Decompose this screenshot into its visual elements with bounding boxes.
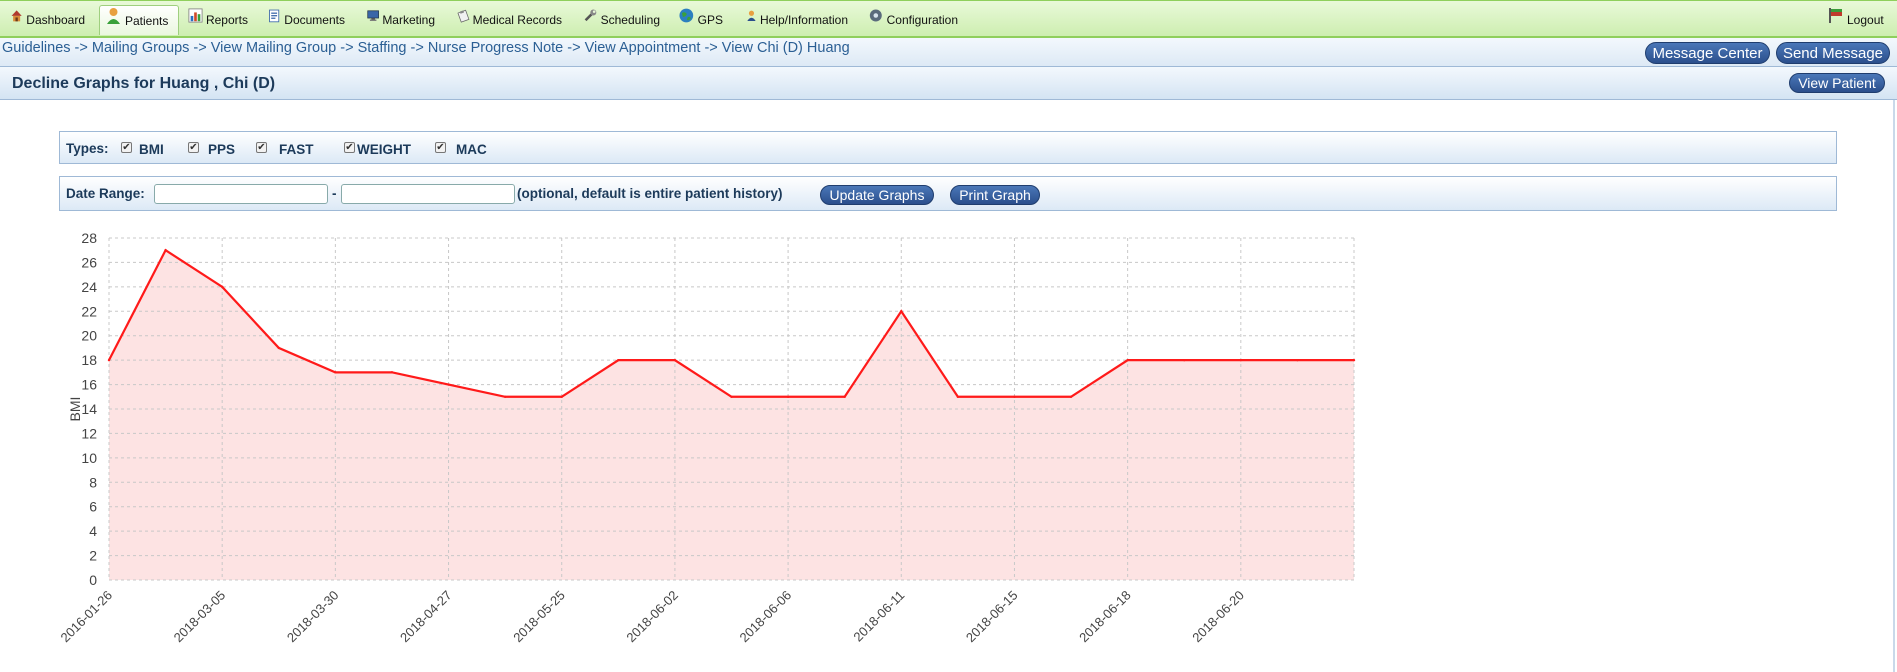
chart-x-tick-label: 2018-03-05 <box>171 588 229 646</box>
chart-y-tick-label: 2 <box>89 548 97 564</box>
bmi-data-point <box>673 358 677 362</box>
chart-x-tick-label: 2018-06-11 <box>850 588 907 645</box>
chart-y-axis-label: BMI <box>67 397 83 422</box>
chart-x-tick-label: 2018-03-30 <box>284 588 342 646</box>
bmi-data-point <box>1352 358 1356 362</box>
chart-x-tick-label: 2018-06-15 <box>963 588 1021 646</box>
chart-y-tick-label: 18 <box>81 352 97 368</box>
chart-y-tick-label: 12 <box>81 425 97 441</box>
chart-y-tick-label: 10 <box>81 450 97 466</box>
bmi-data-point <box>1013 395 1016 398</box>
chart-y-tick-label: 22 <box>81 303 97 319</box>
chart-x-tick-label: 2016-01-26 <box>57 588 115 646</box>
bmi-data-point <box>900 310 903 313</box>
chart-x-tick-label: 2018-06-02 <box>623 588 681 646</box>
bmi-decline-chart: 02468101214161820222426282016-01-26 2018-… <box>57 230 1356 646</box>
chart-x-tick-label: 2018-05-25 <box>510 588 568 646</box>
chart-x-tick-label: 2018-06-06 <box>737 588 795 646</box>
bmi-data-point <box>843 395 846 398</box>
bmi-data-point <box>1126 358 1129 362</box>
chart-y-tick-label: 28 <box>81 230 97 246</box>
chart-y-tick-label: 8 <box>89 474 97 490</box>
chart-y-tick-label: 4 <box>89 523 97 539</box>
bmi-data-point <box>334 371 337 374</box>
chart-y-tick-label: 6 <box>89 499 97 515</box>
bmi-data-point <box>1069 395 1073 398</box>
bmi-data-point <box>1183 358 1186 362</box>
chart-y-tick-label: 24 <box>81 279 97 295</box>
chart-y-tick-label: 0 <box>89 572 97 588</box>
chart-y-tick-label: 26 <box>81 254 97 270</box>
chart-area-fill <box>109 250 1354 580</box>
bmi-data-point <box>786 395 790 398</box>
bmi-data-point <box>220 285 224 289</box>
chart-y-tick-label: 14 <box>81 401 97 417</box>
bmi-data-point <box>1239 358 1243 362</box>
chart-y-tick-label: 20 <box>81 328 97 344</box>
bmi-data-point <box>164 249 167 252</box>
bmi-data-point <box>956 395 960 398</box>
bmi-data-point <box>730 395 733 398</box>
bmi-data-point <box>107 358 111 362</box>
chart-x-tick-label: 2018-06-20 <box>1189 588 1247 646</box>
bmi-data-point <box>390 371 394 374</box>
chart-x-tick-label: 2018-06-18 <box>1076 588 1134 646</box>
bmi-data-point <box>277 346 280 350</box>
bmi-data-point <box>617 358 620 362</box>
chart-x-tick-label: 2018-04-27 <box>397 588 455 646</box>
bmi-data-point <box>503 395 507 398</box>
chart-y-tick-label: 16 <box>81 377 97 393</box>
bmi-data-point <box>1296 358 1299 362</box>
bmi-data-point <box>447 383 450 386</box>
bmi-data-point <box>560 395 563 398</box>
